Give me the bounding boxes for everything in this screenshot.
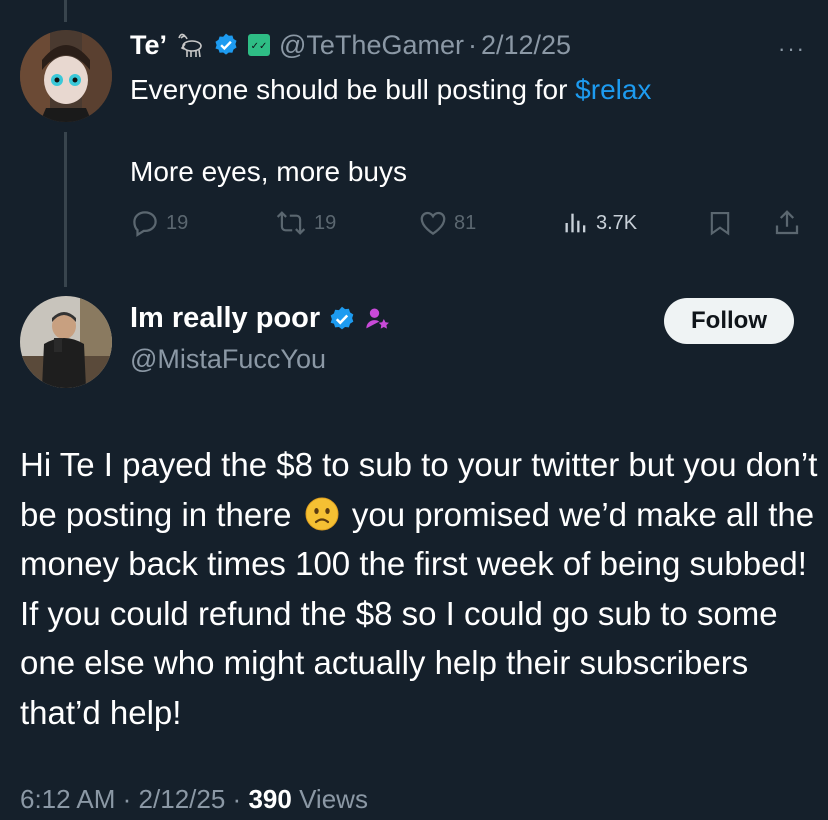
separator: · (122, 784, 132, 814)
thread-connector-top (64, 0, 67, 22)
thread-connector (64, 132, 67, 287)
tweet-header: Te’ ✓✓ @TeTheGamer · 2/12/25 (130, 28, 571, 62)
more-options-icon[interactable]: ··· (778, 36, 806, 62)
display-name[interactable]: Te’ (130, 30, 167, 61)
avatar[interactable] (20, 30, 112, 122)
goat-emoji-icon (175, 30, 205, 60)
tweet-text-line2: More eyes, more buys (130, 156, 407, 187)
verified-badge-icon (328, 305, 356, 333)
reply-button[interactable]: 19 (130, 208, 188, 238)
follow-button[interactable]: Follow (664, 298, 794, 344)
views-count: 3.7K (596, 211, 638, 234)
repost-button[interactable]: 19 (274, 208, 336, 238)
reply-icon (133, 211, 157, 237)
affiliate-badge-icon[interactable]: ✓✓ (247, 33, 271, 57)
views-label: Views (299, 784, 368, 814)
views-button[interactable]: 3.7K (562, 208, 637, 238)
cashtag-link[interactable]: $relax (575, 74, 651, 105)
reply-handle[interactable]: @MistaFuccYou (130, 344, 326, 375)
tweet-text: Everyone should be bull posting for $rel… (130, 70, 651, 110)
tweet-text-part: Everyone should be bull posting for (130, 74, 576, 105)
tweet-handle[interactable]: @TeTheGamer (279, 30, 464, 61)
tweet-time[interactable]: 6:12 AM (20, 784, 115, 814)
bookmark-icon (710, 212, 730, 236)
avatar[interactable] (20, 296, 112, 388)
reply-text: Hi Te I payed the $8 to sub to your twit… (20, 440, 820, 737)
bookmark-button[interactable] (706, 208, 734, 238)
tweet-date[interactable]: 2/12/25 (139, 784, 226, 814)
like-icon (420, 211, 446, 235)
views-icon (565, 213, 586, 233)
views-count[interactable]: 390 (248, 784, 291, 814)
slightly-frowning-face-emoji-icon (305, 495, 339, 530)
display-name[interactable]: Im really poor (130, 302, 320, 335)
verified-badge-icon (213, 32, 239, 58)
like-button[interactable]: 81 (418, 208, 476, 238)
tweet-meta: 6:12 AM · 2/12/25 · 390 Views (20, 784, 368, 815)
repost-count: 19 (314, 211, 337, 234)
separator: · (232, 784, 242, 814)
tweet-action-bar: 19 19 81 3.7K (130, 208, 810, 242)
share-button[interactable] (772, 208, 802, 238)
repost-icon (276, 211, 306, 235)
reply-header: Im really poor (130, 302, 392, 335)
reply-count: 19 (166, 211, 189, 234)
tweet-date[interactable]: 2/12/25 (481, 30, 571, 61)
separator: · (467, 29, 477, 60)
svg-text:✓✓: ✓✓ (251, 41, 268, 52)
like-count: 81 (454, 211, 477, 234)
share-icon (775, 210, 799, 235)
subscriber-badge-icon[interactable] (364, 305, 392, 333)
